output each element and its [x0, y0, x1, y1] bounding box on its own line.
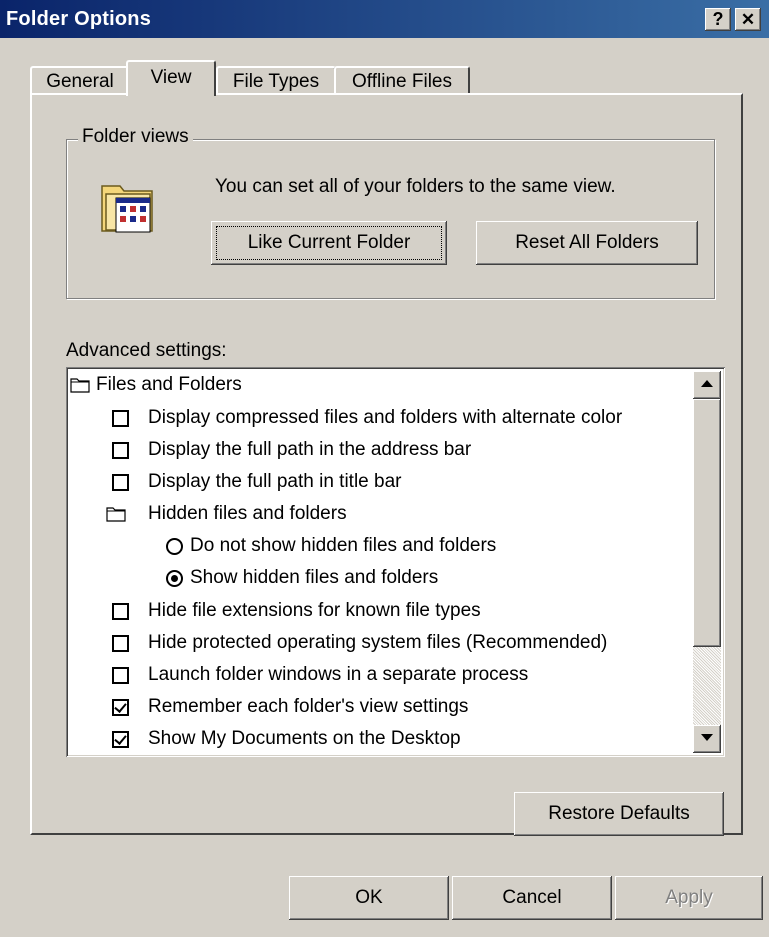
active-tab-join: [128, 92, 214, 96]
folder-views-legend: Folder views: [78, 126, 193, 148]
tab-general-label: General: [46, 71, 114, 92]
list-item-label: Display the full path in the address bar: [148, 439, 472, 460]
radio-button[interactable]: [166, 570, 183, 587]
checkbox[interactable]: [112, 474, 129, 491]
checkbox[interactable]: [112, 667, 129, 684]
list-item-label: Display the full path in title bar: [148, 471, 402, 492]
reset-all-folders-button[interactable]: Reset All Folders: [476, 221, 698, 265]
list-item-label: Do not show hidden files and folders: [190, 535, 497, 556]
list-item-label: Hide protected operating system files (R…: [148, 632, 608, 653]
list-item-label: Hide file extensions for known file type…: [148, 600, 481, 621]
apply-label: Apply: [665, 887, 713, 908]
checkbox[interactable]: [112, 635, 129, 652]
advanced-settings-label: Advanced settings:: [66, 340, 227, 361]
folder-view-icon: [96, 176, 160, 236]
list-item-label: Files and Folders: [96, 374, 242, 395]
list-item-label: Remember each folder's view settings: [148, 696, 469, 717]
tab-general[interactable]: General: [30, 66, 130, 96]
window-title: Folder Options: [6, 8, 152, 30]
help-button[interactable]: ?: [705, 8, 731, 31]
vertical-scrollbar[interactable]: [693, 371, 721, 753]
folder-views-group: [66, 139, 715, 299]
checkbox[interactable]: [112, 699, 129, 716]
focus-ring: [216, 226, 442, 260]
tab-view[interactable]: View: [126, 60, 216, 96]
advanced-settings-list[interactable]: Files and Folders Display compressed fil…: [66, 367, 725, 757]
tab-view-label: View: [150, 67, 192, 88]
arrow-down-icon: [701, 734, 713, 741]
cancel-label: Cancel: [502, 887, 562, 908]
list-item-label: Show My Documents on the Desktop: [148, 728, 461, 749]
apply-button[interactable]: Apply: [615, 876, 763, 920]
like-current-folder-button[interactable]: Like Current Folder: [211, 221, 447, 265]
arrow-up-icon: [701, 380, 713, 387]
checkbox[interactable]: [112, 603, 129, 620]
restore-defaults-button[interactable]: Restore Defaults: [514, 792, 724, 836]
checkbox[interactable]: [112, 731, 129, 748]
folder-views-description: You can set all of your folders to the s…: [215, 176, 616, 197]
tab-file-types[interactable]: File Types: [216, 66, 336, 96]
cancel-button[interactable]: Cancel: [452, 876, 612, 920]
list-item-label: Hidden files and folders: [148, 503, 347, 524]
restore-defaults-label: Restore Defaults: [548, 803, 690, 824]
list-item-label: Display compressed files and folders wit…: [148, 407, 623, 428]
list-item-label: Launch folder windows in a separate proc…: [148, 664, 529, 685]
folder-icon: [106, 507, 126, 522]
tab-offline-files-label: Offline Files: [352, 71, 452, 92]
close-icon: ✕: [740, 10, 756, 29]
tab-file-types-label: File Types: [232, 71, 320, 92]
reset-all-folders-label: Reset All Folders: [515, 232, 659, 253]
scroll-down-button[interactable]: [693, 725, 721, 753]
checkbox[interactable]: [112, 442, 129, 459]
close-button[interactable]: ✕: [735, 8, 761, 31]
title-bar[interactable]: Folder Options ? ✕: [0, 0, 769, 38]
list-item-label: Show hidden files and folders: [190, 567, 439, 588]
radio-button[interactable]: [166, 538, 183, 555]
tab-offline-files[interactable]: Offline Files: [334, 66, 470, 96]
help-icon: ?: [712, 9, 724, 29]
checkbox[interactable]: [112, 410, 129, 427]
scrollbar-thumb[interactable]: [693, 399, 721, 647]
ok-label: OK: [355, 887, 383, 908]
scroll-up-button[interactable]: [693, 371, 721, 399]
ok-button[interactable]: OK: [289, 876, 449, 920]
folder-icon: [70, 378, 90, 393]
